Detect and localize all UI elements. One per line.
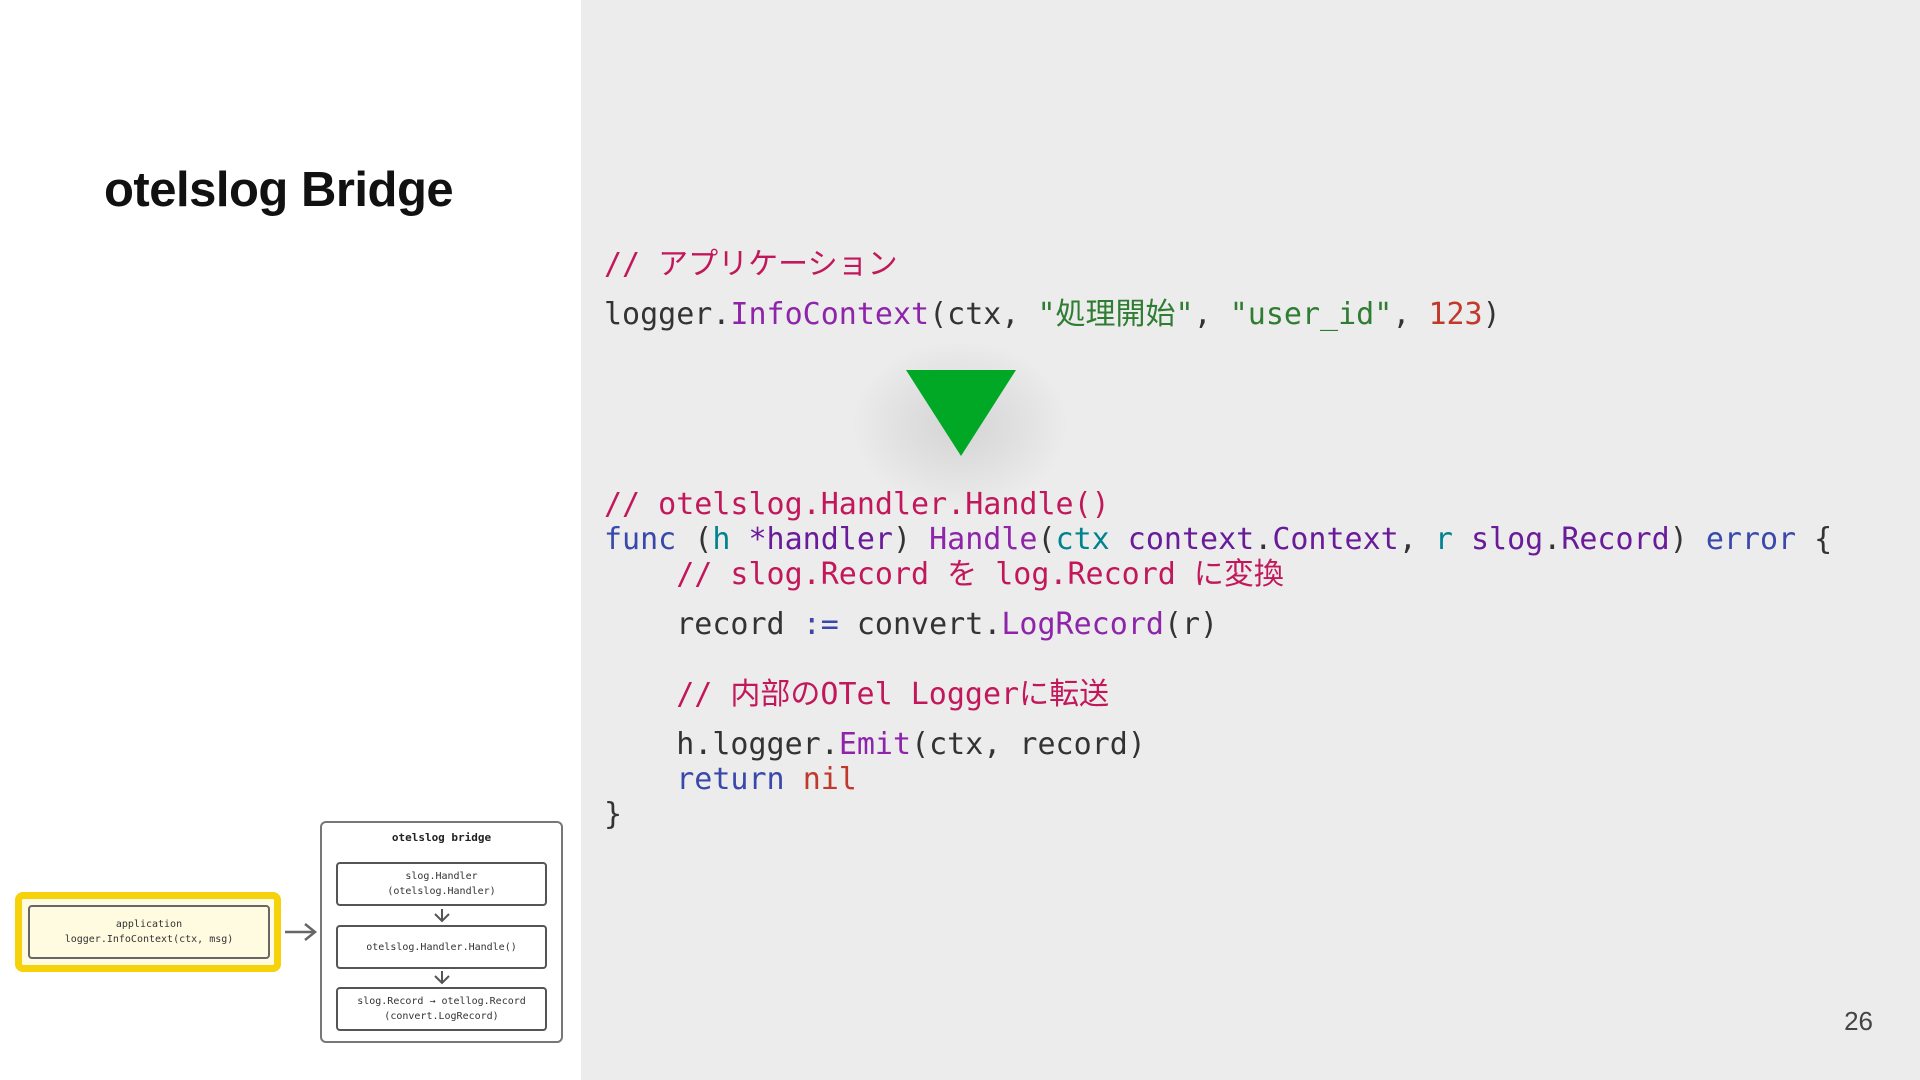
code-token: h: [712, 522, 731, 557]
code-token: .: [820, 727, 839, 762]
code-token: error: [1705, 522, 1797, 557]
code-token: ,: [1392, 297, 1429, 332]
emit-line: h.logger.Emit(ctx, record): [604, 727, 1146, 763]
code-token: return: [676, 762, 785, 797]
code-token: ,: [1398, 522, 1435, 557]
handle-comment: // otelslog.Handler.Handle(): [604, 487, 1110, 522]
code-token: convert: [838, 607, 984, 642]
return-line: return nil: [604, 762, 857, 798]
code-token: context: [1109, 522, 1255, 557]
code-token: .: [1254, 522, 1273, 557]
down-arrow-icon: [434, 971, 450, 985]
code-token: *handler: [730, 522, 893, 557]
code-token: (ctx,: [929, 297, 1038, 332]
code-token: ctx: [1055, 522, 1110, 557]
code-token: LogRecord: [1001, 607, 1164, 642]
code-token: Emit: [838, 727, 912, 762]
code-token: r: [1434, 522, 1453, 557]
code-token: "user_id": [1229, 297, 1393, 332]
close-brace: }: [604, 797, 623, 832]
code-token: (: [1037, 522, 1056, 557]
application-call-label: logger.InfoContext(ctx, msg): [64, 934, 234, 945]
code-token: (ctx, record): [911, 727, 1146, 762]
code-token: .: [1543, 522, 1562, 557]
slog-handler-label: slog.Handler: [405, 871, 478, 882]
app-comment: // アプリケーション: [604, 247, 898, 282]
convert-sub-label: (convert.LogRecord): [384, 1011, 499, 1022]
application-box: application logger.InfoContext(ctx, msg): [28, 905, 270, 959]
code-token: ): [893, 522, 930, 557]
handle-box: otelslog.Handler.Handle(): [336, 925, 547, 969]
code-token: Context: [1272, 522, 1399, 557]
slog-handler-box: slog.Handler (otelslog.Handler): [336, 862, 547, 906]
page-number: 26: [1844, 1006, 1873, 1036]
code-token: h.logger: [676, 727, 821, 762]
func-signature-line: func (h *handler) Handle(ctx context.Con…: [604, 522, 1832, 558]
down-triangle-icon: [906, 370, 1016, 456]
code-token: ,: [1193, 297, 1230, 332]
record-line: record := convert.LogRecord(r): [604, 607, 1218, 643]
right-arrow-icon: [285, 923, 318, 941]
code-token: "処理開始": [1037, 297, 1194, 332]
code-token: 123: [1428, 297, 1483, 332]
code-token: slog: [1452, 522, 1544, 557]
application-label: application: [115, 919, 183, 930]
code-token: ): [1669, 522, 1706, 557]
code-token: logger: [604, 297, 713, 332]
convert-box: slog.Record → otellog.Record (convert.Lo…: [336, 987, 547, 1031]
code-token: Handle: [929, 522, 1038, 557]
slide-title: otelslog Bridge: [104, 163, 454, 217]
bridge-title: otelslog bridge: [391, 831, 492, 844]
handle-label: otelslog.Handler.Handle(): [366, 941, 517, 953]
code-token: record: [676, 607, 803, 642]
code-token: Record: [1561, 522, 1670, 557]
convert-label: slog.Record → otellog.Record: [357, 996, 526, 1007]
code-token: func: [604, 522, 677, 557]
code-token: .: [712, 297, 731, 332]
app-call-line: logger.InfoContext(ctx, "処理開始", "user_id…: [604, 297, 1501, 333]
forward-comment: // 内部のOTel Loggerに転送: [604, 677, 1110, 712]
down-arrow-icon: [434, 909, 450, 923]
code-token: (r): [1163, 607, 1219, 642]
code-token: {: [1796, 522, 1833, 557]
code-token: InfoContext: [730, 297, 930, 332]
code-token: nil: [802, 762, 857, 797]
code-token: ): [1482, 297, 1501, 332]
convert-comment: // slog.Record を log.Record に変換: [604, 557, 1284, 592]
code-token: (: [676, 522, 713, 557]
code-token: .: [983, 607, 1002, 642]
slog-handler-sub-label: (otelslog.Handler): [387, 886, 496, 897]
code-token: :=: [802, 607, 839, 642]
